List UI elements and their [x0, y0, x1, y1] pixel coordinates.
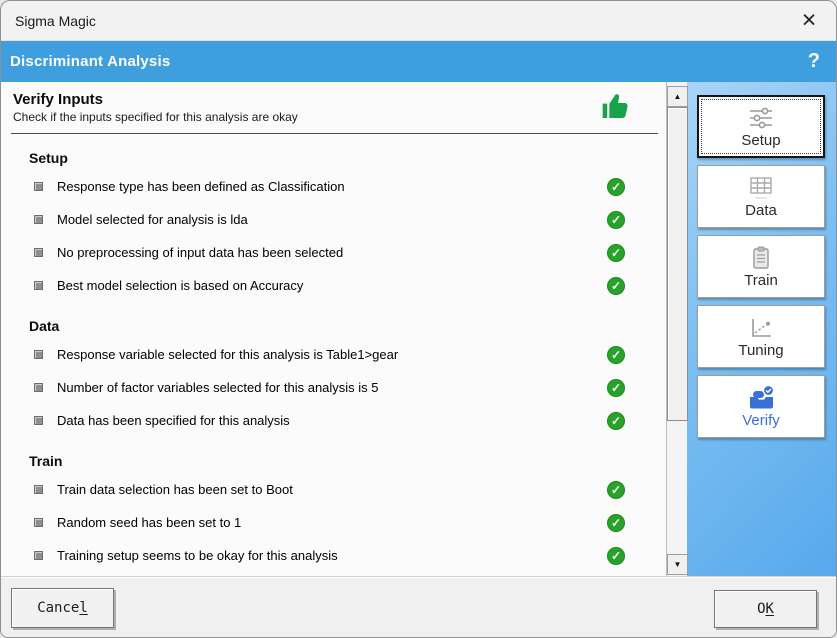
- title-bar: Sigma Magic ×: [1, 1, 836, 41]
- checklist-row: Response type has been defined as Classi…: [1, 170, 666, 203]
- vertical-scrollbar[interactable]: ▲ ▼: [666, 82, 687, 576]
- sidebar-button-train[interactable]: Train: [697, 235, 825, 298]
- square-bullet-icon: [34, 383, 43, 392]
- checklist-row: Best model selection is based on Accurac…: [1, 269, 666, 302]
- step-sidebar: Setup Data: [687, 82, 836, 576]
- sidebar-button-verify[interactable]: Verify: [697, 375, 825, 438]
- check-circle-icon: ✓: [607, 514, 625, 532]
- checklist-text: Data has been specified for this analysi…: [57, 413, 290, 428]
- checklist-row: Response variable selected for this anal…: [1, 338, 666, 371]
- section-title: Setup: [29, 150, 666, 166]
- dialog-title: Discriminant Analysis: [10, 53, 170, 70]
- footer-bar: Cancel OK: [1, 576, 836, 637]
- checklist-text: Training setup seems to be okay for this…: [57, 548, 338, 563]
- sidebar-button-tuning[interactable]: Tuning: [697, 305, 825, 368]
- square-bullet-icon: [34, 215, 43, 224]
- dialog-window: Sigma Magic × Discriminant Analysis ? Ve…: [0, 0, 837, 638]
- dialog-header: Discriminant Analysis ?: [1, 41, 836, 82]
- checklist-row: Training setup seems to be okay for this…: [1, 539, 666, 572]
- square-bullet-icon: [34, 485, 43, 494]
- checklist-row: Model selected for analysis is lda ✓: [1, 203, 666, 236]
- checklist-text: Model selected for analysis is lda: [57, 212, 248, 227]
- square-bullet-icon: [34, 182, 43, 191]
- checklist-text: Response type has been defined as Classi…: [57, 179, 345, 194]
- verify-panel: Verify Inputs Check if the inputs specif…: [1, 82, 666, 576]
- checklist-text: Best model selection is based on Accurac…: [57, 278, 303, 293]
- check-circle-icon: ✓: [607, 379, 625, 397]
- sidebar-button-data[interactable]: Data: [697, 165, 825, 228]
- clipboard-icon: [749, 245, 773, 271]
- checklist-row: Number of factor variables selected for …: [1, 371, 666, 404]
- square-bullet-icon: [34, 350, 43, 359]
- ok-button[interactable]: OK: [714, 590, 817, 628]
- check-circle-icon: ✓: [607, 481, 625, 499]
- checklist-text: Response variable selected for this anal…: [57, 347, 398, 362]
- sidebar-button-label: Tuning: [738, 342, 783, 359]
- checklist-text: Random seed has been set to 1: [57, 515, 241, 530]
- scrollbar-thumb[interactable]: [667, 107, 688, 421]
- line-chart-icon: [748, 315, 774, 341]
- checklist-text: Number of factor variables selected for …: [57, 380, 379, 395]
- scroll-up-icon[interactable]: ▲: [667, 86, 688, 107]
- checklist-row: Data has been specified for this analysi…: [1, 404, 666, 437]
- sidebar-button-label: Setup: [741, 132, 780, 149]
- checklist-row: No preprocessing of input data has been …: [1, 236, 666, 269]
- main-area: Verify Inputs Check if the inputs specif…: [1, 82, 836, 576]
- table-icon: [747, 175, 775, 201]
- section-setup: Setup Response type has been defined as …: [1, 150, 666, 302]
- section-data: Data Response variable selected for this…: [1, 318, 666, 437]
- page-title: Verify Inputs: [13, 91, 652, 108]
- ok-button-label: OK: [757, 601, 774, 617]
- check-circle-icon: ✓: [607, 277, 625, 295]
- checklist-text: Train data selection has been set to Boo…: [57, 482, 293, 497]
- check-circle-icon: ✓: [607, 412, 625, 430]
- window-title: Sigma Magic: [15, 13, 96, 29]
- check-circle-icon: ✓: [607, 244, 625, 262]
- square-bullet-icon: [34, 248, 43, 257]
- close-icon[interactable]: ×: [792, 4, 826, 38]
- cancel-button-label: Cancel: [37, 600, 88, 616]
- sidebar-button-label: Data: [745, 202, 777, 219]
- check-circle-icon: ✓: [607, 346, 625, 364]
- square-bullet-icon: [34, 416, 43, 425]
- inbox-check-icon: [745, 385, 777, 411]
- square-bullet-icon: [34, 281, 43, 290]
- cancel-button[interactable]: Cancel: [11, 588, 114, 628]
- check-circle-icon: ✓: [607, 178, 625, 196]
- check-circle-icon: ✓: [607, 211, 625, 229]
- checklist-row: Train data selection has been set to Boo…: [1, 473, 666, 506]
- checklist-row: Random seed has been set to 1 ✓: [1, 506, 666, 539]
- check-circle-icon: ✓: [607, 547, 625, 565]
- sliders-icon: [747, 105, 775, 131]
- section-title: Data: [29, 318, 666, 334]
- help-icon[interactable]: ?: [808, 50, 820, 73]
- checklist-text: No preprocessing of input data has been …: [57, 245, 343, 260]
- page-subtitle: Check if the inputs specified for this a…: [13, 110, 652, 133]
- scroll-down-icon[interactable]: ▼: [667, 554, 688, 575]
- sidebar-button-label: Verify: [742, 412, 780, 429]
- section-title: Train: [29, 453, 666, 469]
- thumbs-up-icon: [599, 90, 633, 127]
- section-train: Train Train data selection has been set …: [1, 453, 666, 572]
- square-bullet-icon: [34, 551, 43, 560]
- sidebar-button-label: Train: [744, 272, 778, 289]
- square-bullet-icon: [34, 518, 43, 527]
- sidebar-button-setup[interactable]: Setup: [697, 95, 825, 158]
- panel-header: Verify Inputs Check if the inputs specif…: [1, 82, 666, 133]
- header-divider: [11, 133, 658, 134]
